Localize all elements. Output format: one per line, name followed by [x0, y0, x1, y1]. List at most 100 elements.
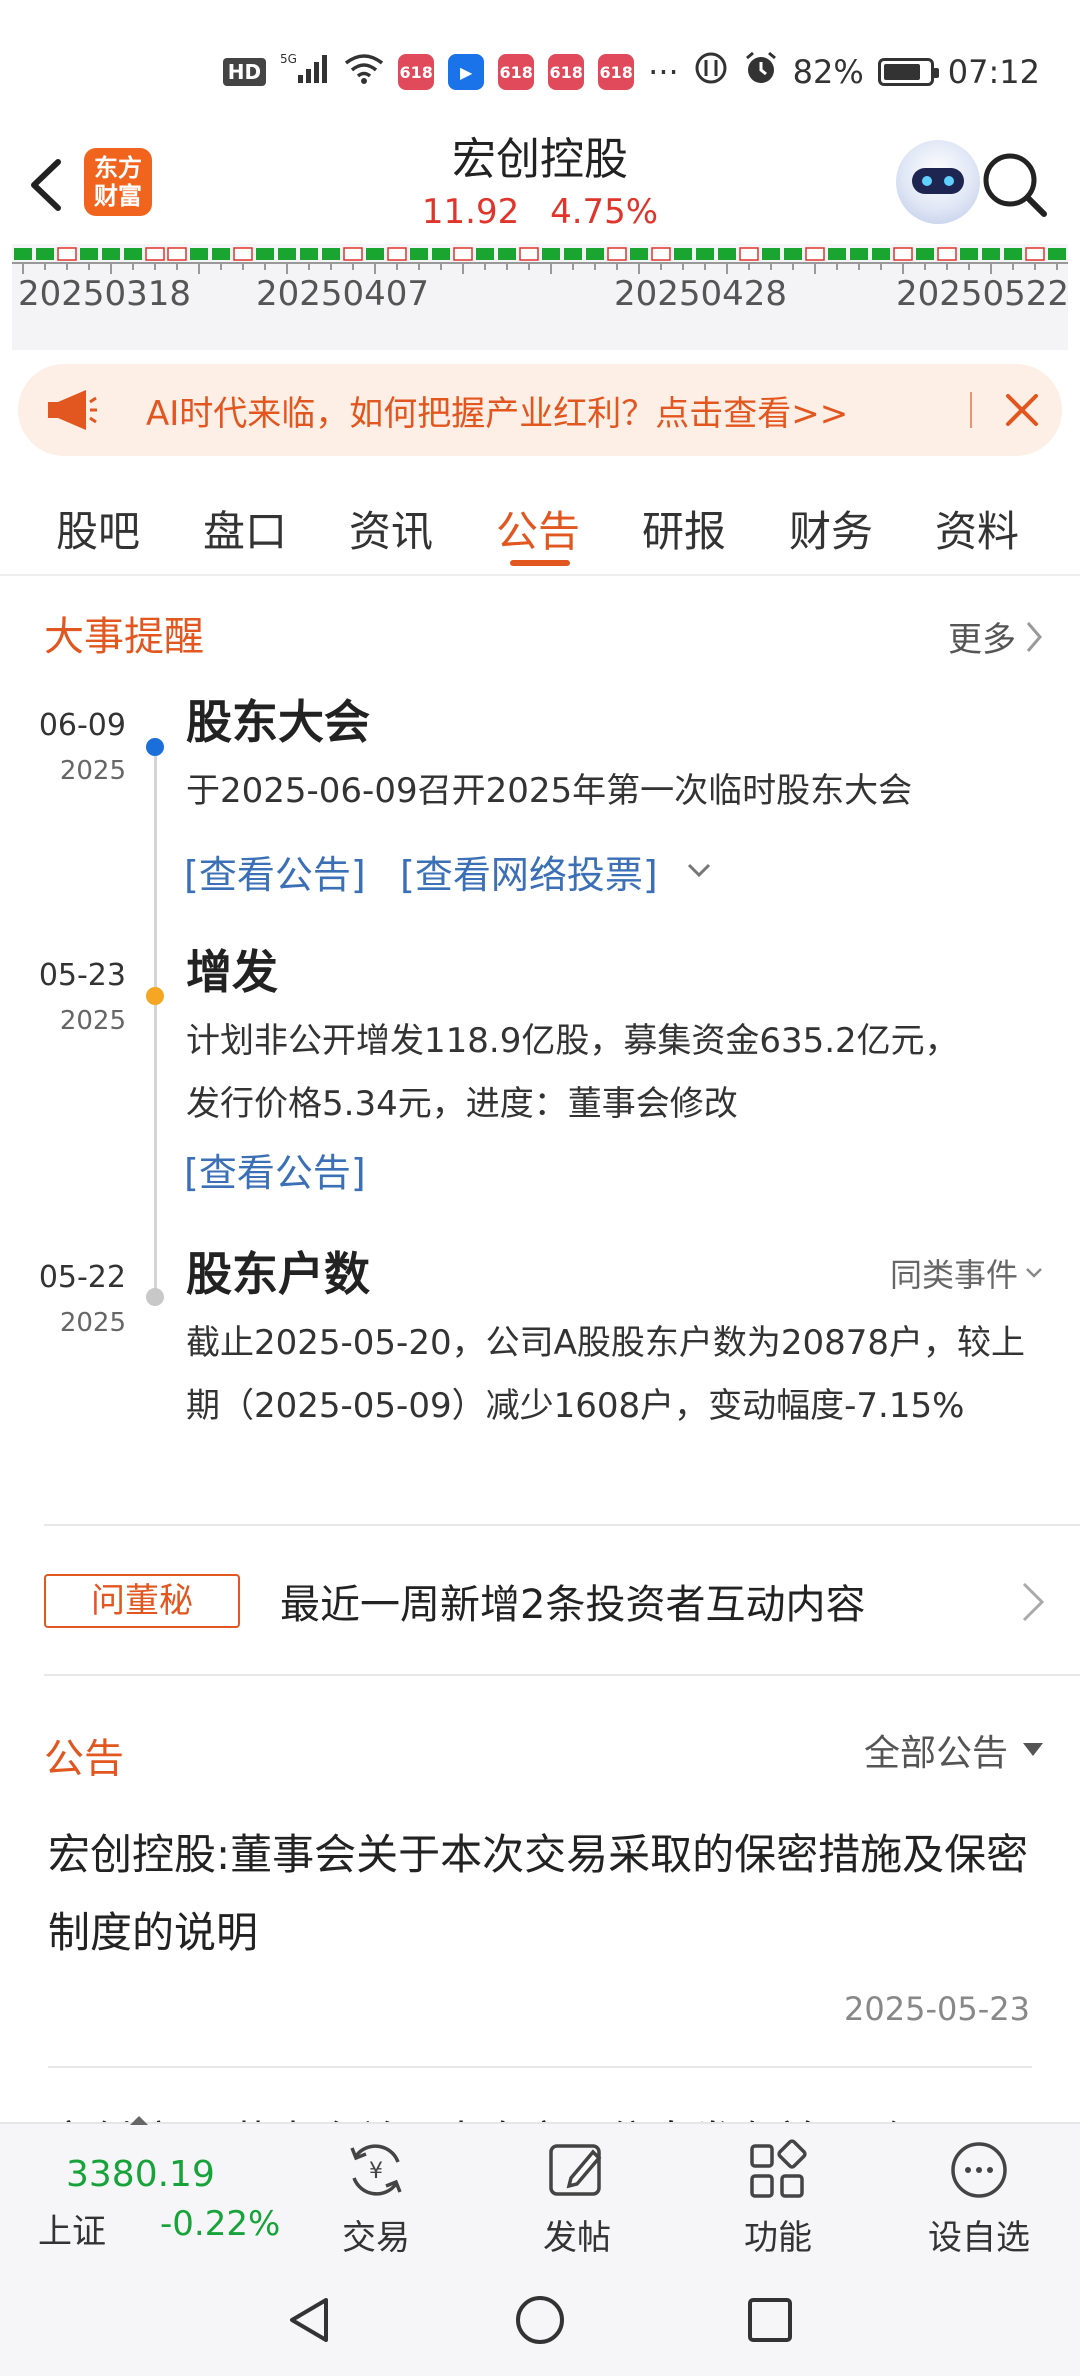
view-announcement-link[interactable]: [查看公告]	[184, 844, 366, 899]
volume-bar	[982, 248, 1000, 260]
axis-tick	[748, 264, 750, 270]
timeline-dot	[146, 987, 164, 1005]
kline-volume-bars	[14, 247, 1066, 261]
axis-tick	[1012, 264, 1014, 270]
axis-tick	[484, 264, 486, 270]
axis-tick	[770, 264, 772, 270]
volume-bar	[410, 248, 428, 260]
index-value[interactable]: 3380.19	[66, 2154, 215, 2195]
investor-qa-text[interactable]: 最近一周新增2条投资者互动内容	[280, 1572, 865, 1630]
close-icon[interactable]	[1002, 390, 1042, 430]
volume-bar	[542, 248, 560, 260]
kline-chart-strip[interactable]: 20250318 20250407 20250428 20250522	[12, 244, 1069, 350]
app-notification-icon: 618	[598, 54, 635, 90]
event-title: 股东户数	[186, 1247, 370, 1301]
announcement-filter-dropdown[interactable]: 全部公告	[864, 1724, 1044, 1776]
volume-bar	[233, 247, 253, 261]
tab-guba[interactable]: 股吧	[56, 498, 140, 559]
alarm-icon	[743, 50, 779, 94]
announcement-divider	[48, 2066, 1032, 2068]
axis-tick	[220, 264, 222, 270]
promo-banner[interactable]: AI时代来临，如何把握产业红利？点击查看>>	[18, 364, 1062, 456]
more-notifications-icon: ···	[648, 53, 679, 91]
view-announcement-link[interactable]: [查看公告]	[184, 1142, 366, 1197]
app-notification-icon: 618	[498, 54, 535, 90]
event-title: 股东大会	[186, 695, 370, 749]
index-change[interactable]: -0.22%	[160, 2204, 280, 2244]
volume-bar	[1048, 248, 1066, 260]
volume-bar	[564, 248, 582, 260]
axis-tick	[462, 264, 464, 274]
add-watchlist-button[interactable]: 设自选	[909, 2138, 1049, 2259]
post-button[interactable]: 发帖	[507, 2138, 647, 2259]
volume-bar	[57, 247, 77, 261]
announcement-title[interactable]: 宏创控股:董事会关于本次交易采取的保密措施及保密制度的说明	[48, 1816, 1038, 1972]
tab-pankou[interactable]: 盘口	[203, 498, 287, 559]
volume-bar	[718, 248, 736, 260]
event-date: 05-23	[38, 958, 126, 993]
functions-button[interactable]: 功能	[708, 2138, 848, 2259]
volume-bar	[476, 248, 494, 260]
ai-assistant-robot-icon[interactable]	[896, 140, 980, 224]
search-icon	[983, 153, 1047, 217]
ask-secretary-badge[interactable]: 问董秘	[44, 1574, 240, 1628]
axis-tick	[1056, 264, 1058, 270]
data-saver-icon	[693, 50, 729, 94]
events-section-title: 大事提醒	[44, 614, 204, 660]
volume-bar	[366, 248, 384, 260]
axis-tick	[990, 264, 992, 274]
volume-bar	[960, 248, 978, 260]
tab-finance[interactable]: 财务	[789, 498, 873, 559]
view-online-voting-link[interactable]: [查看网络投票]	[400, 844, 658, 899]
stock-change-percent: 4.75%	[550, 192, 659, 232]
axis-tick	[550, 264, 552, 274]
nav-home-icon[interactable]	[512, 2292, 568, 2348]
axis-tick	[110, 264, 112, 274]
volume-bar	[739, 247, 759, 261]
index-name[interactable]: 上证	[38, 2204, 106, 2253]
search-button[interactable]	[978, 148, 1050, 220]
nav-back-icon[interactable]	[282, 2292, 338, 2348]
axis-tick	[946, 264, 948, 270]
tab-profile[interactable]: 资料	[935, 498, 1019, 559]
axis-tick	[616, 264, 618, 270]
volume-bar	[630, 248, 648, 260]
volume-bar	[519, 247, 539, 261]
axis-tick	[638, 264, 640, 274]
timeline-line	[154, 745, 157, 1297]
axis-tick	[506, 264, 508, 270]
event-year: 2025	[59, 1308, 126, 1338]
volume-bar	[498, 248, 516, 260]
volume-bar	[102, 248, 120, 260]
announcement-date: 2025-05-23	[844, 1990, 1030, 2028]
events-more-link[interactable]: 更多	[948, 612, 1044, 661]
axis-tick	[572, 264, 574, 270]
volume-bar	[167, 247, 187, 261]
stock-tabs: 股吧 盘口 资讯 公告 研报 财务 资料	[0, 470, 1080, 576]
grid-apps-icon	[750, 2139, 807, 2198]
app-notification-icon: 618	[548, 54, 585, 90]
axis-tick	[418, 264, 420, 270]
volume-bar	[893, 247, 913, 261]
volume-bar	[322, 248, 340, 260]
axis-tick	[396, 264, 398, 270]
volume-bar	[300, 248, 318, 260]
collapse-caret-icon[interactable]	[130, 2116, 148, 2125]
volume-bar	[916, 248, 934, 260]
chevron-right-icon[interactable]	[1020, 1580, 1046, 1624]
volume-bar	[80, 248, 98, 260]
volume-bar	[607, 247, 627, 261]
axis-tick	[682, 264, 684, 270]
nav-recents-icon[interactable]	[742, 2292, 798, 2348]
trade-label: 交易	[342, 2218, 410, 2258]
trade-button[interactable]: ¥ 交易	[306, 2138, 446, 2259]
tab-research[interactable]: 研报	[642, 498, 726, 559]
chart-axis	[12, 262, 1068, 264]
event-date: 06-09	[38, 708, 126, 743]
tab-announcements[interactable]: 公告	[496, 498, 580, 559]
tab-news[interactable]: 资讯	[349, 498, 433, 559]
volume-bar	[36, 248, 54, 260]
chevron-down-icon[interactable]	[686, 862, 712, 880]
add-watchlist-label: 设自选	[928, 2218, 1030, 2258]
similar-events-dropdown[interactable]: 同类事件	[890, 1250, 1044, 1296]
